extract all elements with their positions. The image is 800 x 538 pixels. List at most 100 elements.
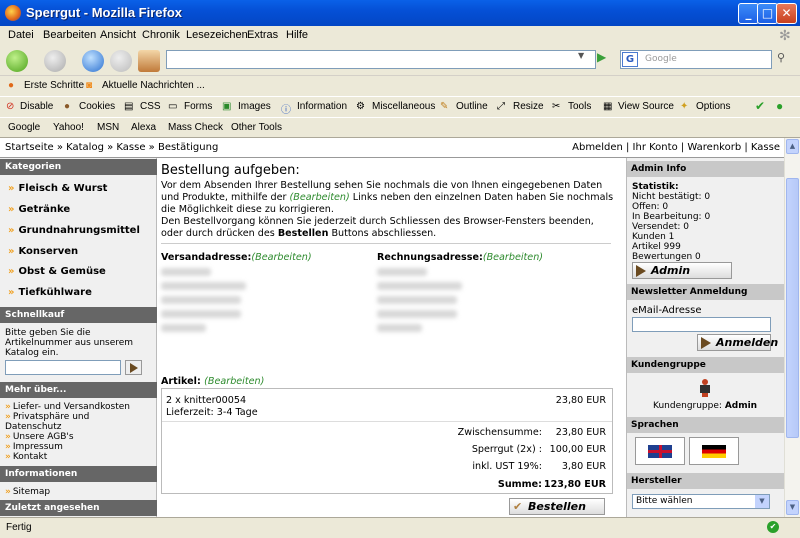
back-icon[interactable] <box>6 50 28 72</box>
total-label: Sperrgut (2x) : <box>471 444 542 455</box>
intro-line: und Produkte, mithilfe der (Bearbeiten) … <box>161 192 614 203</box>
quickbuy-input[interactable] <box>5 360 121 375</box>
sprachen-header: Sprachen <box>627 417 784 433</box>
stop-icon[interactable] <box>110 50 132 72</box>
schnellkauf-text: Artikelnummer aus unserem <box>5 338 134 348</box>
minimize-button[interactable]: _ <box>738 3 759 24</box>
info-item-sitemap[interactable]: » Sitemap <box>5 487 50 497</box>
google-engine-icon[interactable]: G <box>622 52 638 67</box>
dev-view-source[interactable]: View Source <box>618 101 674 112</box>
admin-info-header: Admin Info <box>627 161 784 177</box>
search-input[interactable]: Google <box>620 50 772 69</box>
stat-line: Artikel 999 <box>632 242 681 252</box>
scroll-thumb[interactable] <box>786 178 799 438</box>
dev-resize[interactable]: Resize <box>513 101 544 112</box>
mehr-item[interactable]: » Kontakt <box>5 452 47 462</box>
dev-tools[interactable]: Tools <box>568 101 591 112</box>
admin-button[interactable]: Admin <box>632 262 732 279</box>
edit-versand-link[interactable]: (Bearbeiten) <box>251 252 311 263</box>
url-dropdown-icon[interactable]: ▼ <box>578 51 584 60</box>
flag-german-icon[interactable] <box>689 437 739 465</box>
search-google[interactable]: Google <box>8 122 40 133</box>
email-input[interactable] <box>632 317 771 332</box>
dev-information[interactable]: Information <box>297 101 347 112</box>
validate-check-icon[interactable]: ✔ <box>755 99 765 113</box>
status-bar: Fertig ✔ <box>0 517 800 538</box>
vertical-scrollbar[interactable]: ▲ ▼ <box>784 138 800 517</box>
close-button[interactable]: ✕ <box>776 3 797 24</box>
item-price: 23,80 EUR <box>555 395 606 406</box>
resize-icon: ⤢ <box>497 101 505 112</box>
outline-icon: ✎ <box>440 101 449 112</box>
mehr-item[interactable]: » Liefer- und Versandkosten <box>5 402 130 412</box>
menu-hilfe[interactable]: Hilfe <box>286 29 308 41</box>
menu-lesezeichen[interactable]: Lesezeichen <box>186 29 248 41</box>
search-other-tools[interactable]: Other Tools <box>231 122 282 133</box>
sum-label: Summe: <box>497 479 542 490</box>
anmelden-button[interactable]: Anmelden <box>697 334 778 351</box>
options-icon: ✦ <box>680 101 689 112</box>
search-mass-check[interactable]: Mass Check <box>168 122 223 133</box>
mehr-item[interactable]: » Unsere AGB's <box>5 432 74 442</box>
dev-miscellaneous[interactable]: Miscellaneous <box>372 101 435 112</box>
account-links[interactable]: Abmelden | Ihr Konto | Warenkorb | Kasse <box>572 142 780 153</box>
search-yahoo[interactable]: Yahoo! <box>53 122 84 133</box>
kundengruppe-header: Kundengruppe <box>627 357 784 373</box>
menu-datei[interactable]: Datei <box>8 29 34 41</box>
hersteller-select[interactable]: Bitte wählen ▼ <box>632 494 770 509</box>
edit-artikel-link[interactable]: (Bearbeiten) <box>204 376 264 387</box>
mehr-item[interactable]: » Privatsphäre und <box>5 412 89 422</box>
mehr-item[interactable]: » Impressum <box>5 442 63 452</box>
arrow-right-icon <box>636 265 646 277</box>
informationen-header: Informationen <box>0 466 157 482</box>
edit-link[interactable]: (Bearbeiten) <box>290 192 350 203</box>
url-input[interactable] <box>166 50 596 69</box>
search-icon[interactable]: ⚲ <box>777 51 785 64</box>
dev-options[interactable]: Options <box>696 101 730 112</box>
order-button[interactable]: ✔ Bestellen <box>509 498 605 515</box>
menu-bearbeiten[interactable]: Bearbeiten <box>43 29 96 41</box>
breadcrumb[interactable]: Startseite » Katalog » Kasse » Bestätigu… <box>5 142 218 153</box>
tools-icon: ✂ <box>552 101 561 112</box>
status-check-icon: ✔ <box>767 521 779 533</box>
dev-outline[interactable]: Outline <box>456 101 488 112</box>
reload-icon[interactable] <box>82 50 104 72</box>
dev-cookies[interactable]: Cookies <box>79 101 115 112</box>
scroll-down-icon[interactable]: ▼ <box>786 500 799 515</box>
category-item[interactable]: » Fleisch & Wurst <box>8 183 107 194</box>
menu-ansicht[interactable]: Ansicht <box>100 29 136 41</box>
go-icon[interactable]: ▶ <box>597 50 606 64</box>
edit-rechnung-link[interactable]: (Bearbeiten) <box>483 252 543 263</box>
firefox-bookmark-icon: ● <box>8 80 15 91</box>
stat-line: Statistik: <box>632 182 679 192</box>
bookmark-aktuelle-nachrichten[interactable]: Aktuelle Nachrichten ... <box>102 80 205 91</box>
menu-extras[interactable]: Extras <box>247 29 278 41</box>
dev-forms[interactable]: Forms <box>184 101 212 112</box>
mehr-item[interactable]: Datenschutz <box>5 422 62 432</box>
browser-window: Sperrgut - Mozilla Firefox _ □ ✕ Datei B… <box>0 0 800 538</box>
category-item[interactable]: » Obst & Gemüse <box>8 266 106 277</box>
category-item[interactable]: » Grundnahrungsmittel <box>8 225 140 236</box>
menu-bar: Datei Bearbeiten Ansicht Chronik Lesezei… <box>0 26 800 46</box>
category-item[interactable]: » Tiefkühlware <box>8 287 92 298</box>
dev-disable[interactable]: Disable <box>20 101 53 112</box>
dev-css[interactable]: CSS <box>140 101 161 112</box>
forward-icon[interactable] <box>44 50 66 72</box>
arrow-right-icon <box>701 337 711 349</box>
quickbuy-button[interactable] <box>125 360 142 375</box>
category-item[interactable]: » Getränke <box>8 204 70 215</box>
total-value: 3,80 EUR <box>561 461 606 472</box>
scroll-up-icon[interactable]: ▲ <box>786 139 799 154</box>
search-alexa[interactable]: Alexa <box>131 122 156 133</box>
bookmark-erste-schritte[interactable]: Erste Schritte <box>24 80 84 91</box>
blurred-address <box>377 310 457 318</box>
maximize-button[interactable]: □ <box>757 3 778 24</box>
menu-chronik[interactable]: Chronik <box>142 29 180 41</box>
cookies-icon: ● <box>64 101 71 112</box>
dev-images[interactable]: Images <box>238 101 271 112</box>
intro-line: die Möglichkeit diese zu korrigieren. <box>161 204 334 215</box>
flag-english-icon[interactable] <box>635 437 685 465</box>
category-item[interactable]: » Konserven <box>8 246 78 257</box>
home-icon[interactable] <box>138 50 160 72</box>
search-msn[interactable]: MSN <box>97 122 119 133</box>
